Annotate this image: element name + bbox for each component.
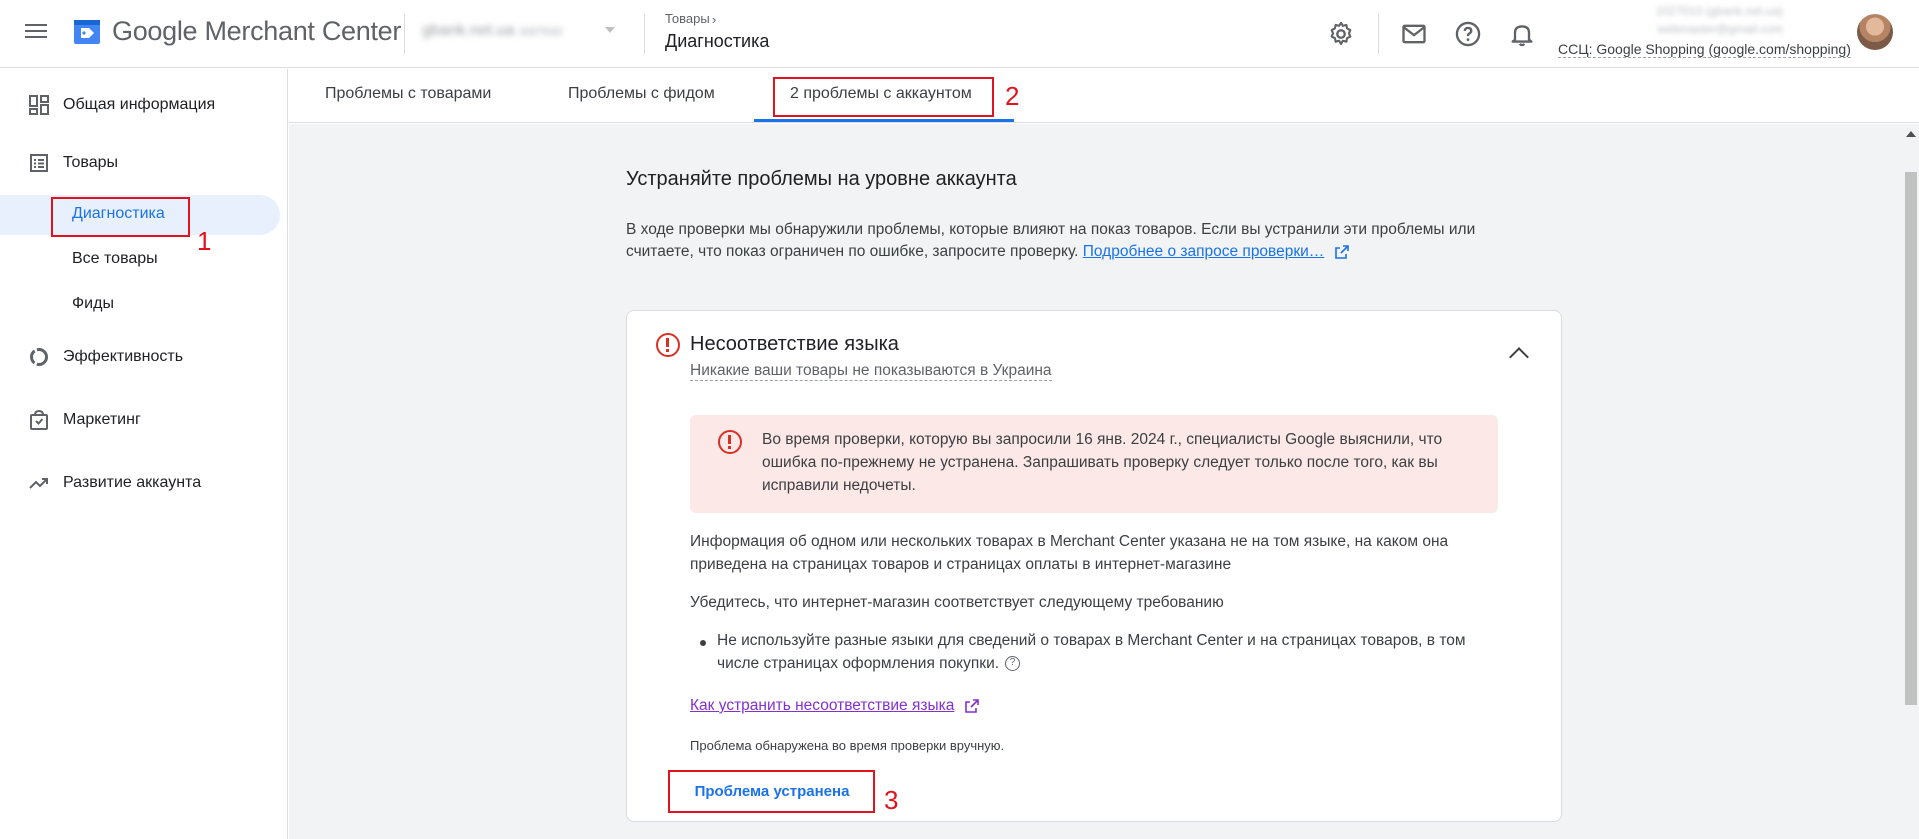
sidebar-item-label: Товары: [63, 154, 119, 171]
howto-fix-link[interactable]: Как устранить несоответствие языка: [690, 697, 954, 714]
trending-up-icon: [29, 478, 48, 489]
sidebar-item-label: Общая информация: [63, 96, 216, 113]
notifications-bell-icon[interactable]: [1508, 20, 1536, 48]
scrollbar-thumb[interactable]: [1905, 172, 1917, 705]
sidebar-item-label: Эффективность: [63, 348, 184, 365]
annotation-box-3: [668, 770, 875, 813]
user-account-line: 1027010 (gbank.net.ua): [1655, 4, 1783, 18]
annotation-number-2: 2: [1005, 81, 1020, 111]
help-circle-icon[interactable]: ?: [1005, 656, 1021, 672]
sidebar-subitem-all-products[interactable]: Все товары: [0, 240, 280, 280]
sidebar-item-performance[interactable]: Эффективность: [0, 336, 288, 378]
dashboard-icon: [29, 95, 49, 115]
sidebar-subitem-feeds[interactable]: Фиды: [0, 285, 280, 325]
requirement-text: Не используйте разные языки для сведений…: [717, 632, 1466, 672]
issue-info-text: Информация об одном или нескольких товар…: [690, 533, 1449, 573]
annotation-number-3: 3: [884, 785, 899, 815]
divider: [404, 14, 405, 54]
help-icon[interactable]: [1454, 20, 1482, 48]
page-title: Диагностика: [665, 31, 770, 51]
sidebar-subitem-label: Все товары: [72, 250, 158, 267]
list-icon: [30, 154, 48, 172]
sidebar-item-growth[interactable]: Развитие аккаунта: [0, 462, 288, 504]
top-app-bar: Google Merchant Center gbank.net.ua 1027…: [0, 0, 1919, 68]
sidebar-item-label: Маркетинг: [63, 411, 141, 428]
merchant-center-logo-icon: [74, 20, 100, 44]
error-icon: [656, 333, 680, 357]
requirement-intro-text: Убедитесь, что интернет-магазин соответс…: [690, 594, 1224, 611]
sidebar-item-overview[interactable]: Общая информация: [0, 84, 288, 126]
scroll-up-arrow-icon[interactable]: [1906, 131, 1916, 137]
mail-icon[interactable]: [1400, 20, 1428, 48]
app-title: Google Merchant Center: [112, 16, 402, 46]
active-tab-indicator: [754, 119, 1014, 122]
manual-review-note: Проблема обнаружена во время проверки вр…: [690, 738, 1005, 753]
sidebar-item-products[interactable]: Товары: [0, 142, 288, 184]
tab-feed-issues[interactable]: Проблемы с фидом: [568, 85, 715, 103]
tab-bar: Проблемы с товарами Проблемы с фидом 2 п…: [289, 69, 1919, 123]
donut-chart-icon: [30, 348, 48, 366]
alert-error-icon: [718, 430, 742, 454]
annotation-box-1: [51, 197, 190, 237]
external-link-icon: [1334, 245, 1349, 259]
annotation-box-2: [773, 77, 994, 117]
account-dropdown-icon[interactable]: [605, 27, 615, 33]
divider: [1378, 14, 1379, 54]
account-id: 1027010: [518, 26, 562, 38]
section-title: Устраняйте проблемы на уровне аккаунта: [626, 168, 1017, 190]
tab-product-issues[interactable]: Проблемы с товарами: [325, 85, 491, 103]
howto-row: Как устранить несоответствие языка: [690, 694, 1510, 717]
sidebar-item-label: Развитие аккаунта: [63, 474, 202, 491]
bullet-dot: [700, 640, 706, 646]
section-description: В ходе проверки мы обнаружили проблемы, …: [626, 219, 1526, 263]
external-link-icon: [964, 699, 979, 713]
user-email: webmaster@gmail.com: [1657, 22, 1783, 36]
sidebar-subitem-label: Фиды: [72, 295, 114, 312]
css-selector[interactable]: ССЦ: Google Shopping (google.com/shoppin…: [1558, 41, 1851, 58]
user-avatar[interactable]: [1857, 14, 1893, 50]
account-name: gbank.net.ua: [422, 22, 515, 39]
issue-title: Несоответствие языка: [690, 333, 899, 355]
sidebar-item-marketing[interactable]: Маркетинг: [0, 399, 288, 441]
settings-gear-icon[interactable]: [1327, 20, 1355, 48]
hamburger-menu-icon[interactable]: [22, 20, 50, 48]
learn-more-link[interactable]: Подробнее о запросе проверки…: [1083, 243, 1325, 260]
breadcrumb-parent[interactable]: Товары: [665, 11, 710, 26]
annotation-number-1: 1: [197, 226, 212, 256]
breadcrumb-chevron-icon: ›: [712, 12, 717, 27]
account-selector[interactable]: gbank.net.ua 1027010: [422, 22, 562, 40]
review-alert-text: Во время проверки, которую вы запросили …: [762, 431, 1443, 494]
shopping-bag-icon: [30, 409, 48, 430]
requirement-item: Не используйте разные языки для сведений…: [717, 629, 1507, 675]
sidebar-nav: Общая информация Товары Диагностика Все …: [0, 69, 288, 839]
divider: [644, 14, 645, 54]
issue-subtitle[interactable]: Никакие ваши товары не показываются в Ук…: [690, 362, 1052, 381]
